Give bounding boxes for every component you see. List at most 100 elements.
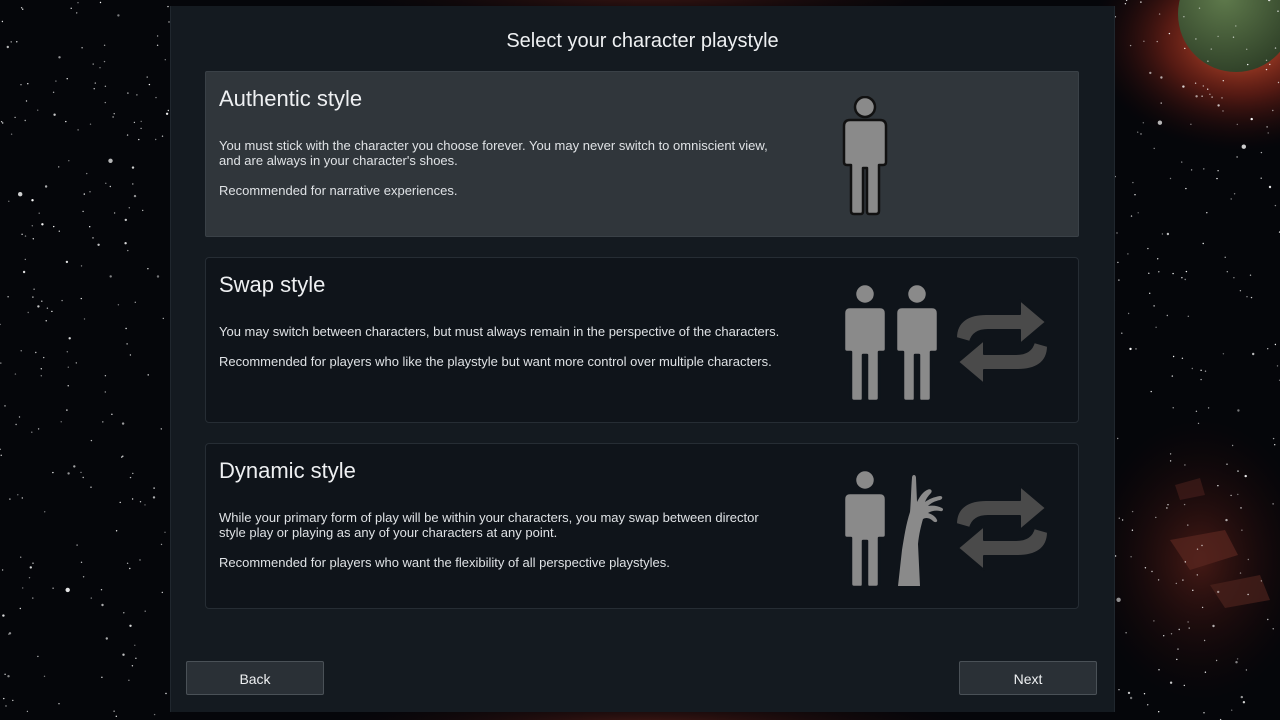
star bbox=[68, 337, 71, 340]
star bbox=[1153, 305, 1155, 307]
star bbox=[77, 2, 79, 4]
star bbox=[1200, 369, 1202, 371]
star bbox=[113, 113, 115, 115]
star bbox=[67, 385, 69, 387]
star bbox=[52, 91, 55, 94]
star bbox=[60, 421, 62, 423]
star bbox=[101, 676, 103, 678]
star bbox=[1125, 632, 1127, 634]
star bbox=[1212, 624, 1215, 628]
star bbox=[1230, 494, 1232, 497]
star bbox=[83, 318, 86, 320]
star bbox=[1237, 493, 1239, 496]
star bbox=[1184, 278, 1186, 281]
star bbox=[46, 307, 49, 309]
star bbox=[109, 185, 112, 188]
star bbox=[1246, 48, 1248, 50]
star bbox=[1206, 212, 1208, 214]
star bbox=[18, 416, 21, 418]
star bbox=[32, 562, 34, 564]
star bbox=[1235, 25, 1237, 27]
option-dynamic-style[interactable]: Dynamic style While your primary form of… bbox=[205, 443, 1079, 609]
star bbox=[3, 697, 5, 700]
option-description-text: While your primary form of play will be … bbox=[219, 510, 759, 540]
star bbox=[1185, 270, 1188, 273]
star bbox=[1202, 242, 1204, 245]
star bbox=[90, 597, 93, 599]
back-button[interactable]: Back bbox=[186, 661, 324, 695]
star bbox=[40, 368, 42, 370]
star bbox=[134, 301, 136, 303]
star bbox=[127, 249, 129, 252]
star bbox=[155, 96, 157, 99]
star bbox=[1201, 544, 1203, 547]
star bbox=[58, 230, 60, 232]
star bbox=[1207, 407, 1210, 409]
star bbox=[26, 710, 29, 713]
star bbox=[15, 423, 17, 426]
star bbox=[1274, 343, 1277, 346]
star bbox=[148, 83, 151, 86]
star bbox=[82, 476, 84, 479]
star bbox=[104, 375, 107, 377]
star bbox=[1195, 410, 1198, 412]
star bbox=[1241, 529, 1243, 531]
star bbox=[121, 422, 125, 425]
star bbox=[1176, 658, 1178, 661]
star bbox=[51, 310, 53, 313]
star bbox=[1222, 353, 1225, 355]
star bbox=[1233, 193, 1236, 195]
star bbox=[1160, 76, 1163, 79]
star bbox=[115, 715, 118, 717]
star bbox=[1198, 7, 1201, 9]
star bbox=[115, 530, 118, 532]
star bbox=[1127, 253, 1129, 255]
star bbox=[129, 476, 132, 479]
star bbox=[1155, 516, 1157, 519]
star bbox=[1272, 628, 1274, 630]
playstyle-dialog: Select your character playstyle Authenti… bbox=[170, 6, 1115, 712]
star bbox=[109, 275, 112, 278]
star bbox=[1187, 621, 1189, 623]
star bbox=[129, 354, 132, 356]
swap-arrows-icon bbox=[955, 299, 1049, 385]
star bbox=[144, 610, 146, 612]
option-swap-style[interactable]: Swap style You may switch between charac… bbox=[205, 257, 1079, 423]
star bbox=[105, 182, 107, 184]
star bbox=[1117, 261, 1119, 264]
star bbox=[99, 67, 101, 69]
star bbox=[1114, 555, 1117, 557]
star bbox=[1124, 3, 1127, 5]
star bbox=[37, 109, 39, 111]
option-description: You must stick with the character you ch… bbox=[219, 138, 789, 213]
star bbox=[37, 655, 39, 658]
option-title: Authentic style bbox=[219, 86, 363, 111]
star bbox=[89, 191, 91, 193]
next-button[interactable]: Next bbox=[959, 661, 1097, 695]
star bbox=[83, 193, 86, 195]
star bbox=[89, 123, 92, 125]
star bbox=[66, 78, 68, 80]
star bbox=[147, 374, 149, 376]
option-description: You may switch between characters, but m… bbox=[219, 324, 789, 384]
star bbox=[80, 561, 83, 563]
star bbox=[1166, 314, 1169, 317]
star bbox=[1184, 464, 1186, 466]
star bbox=[135, 657, 137, 659]
star bbox=[1144, 567, 1147, 569]
star bbox=[1116, 597, 1121, 602]
star bbox=[1149, 71, 1152, 75]
star bbox=[1260, 580, 1263, 582]
star bbox=[58, 166, 60, 168]
star bbox=[1269, 63, 1271, 66]
star bbox=[45, 320, 47, 322]
star bbox=[22, 587, 24, 589]
star bbox=[2, 122, 4, 124]
star bbox=[1183, 16, 1185, 18]
star bbox=[1171, 375, 1174, 377]
star bbox=[117, 14, 120, 17]
star bbox=[92, 63, 94, 65]
star bbox=[2, 614, 5, 617]
option-authentic-style[interactable]: Authentic style You must stick with the … bbox=[205, 71, 1079, 237]
star bbox=[1247, 593, 1249, 596]
